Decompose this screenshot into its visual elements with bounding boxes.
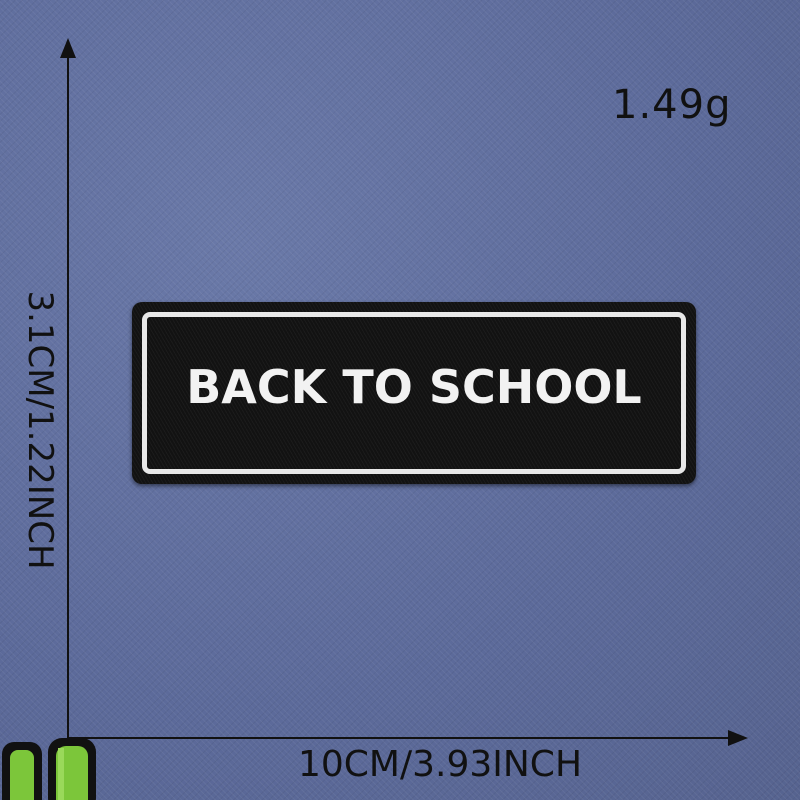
width-dimension-label: 10CM/3.93INCH [297,744,583,785]
patch-text: BACK TO SCHOOL [186,360,642,414]
partial-green-patch [2,738,96,800]
vertical-dimension-arrow [60,38,76,738]
product-photo: 1.49g 3.1CM/1.22INCH 10CM/3.93INCH BACK … [0,0,800,800]
embroidered-patch: BACK TO SCHOOL [132,302,696,484]
height-dimension-label: 3.1CM/1.22INCH [20,290,60,570]
weight-label: 1.49g [612,82,732,128]
